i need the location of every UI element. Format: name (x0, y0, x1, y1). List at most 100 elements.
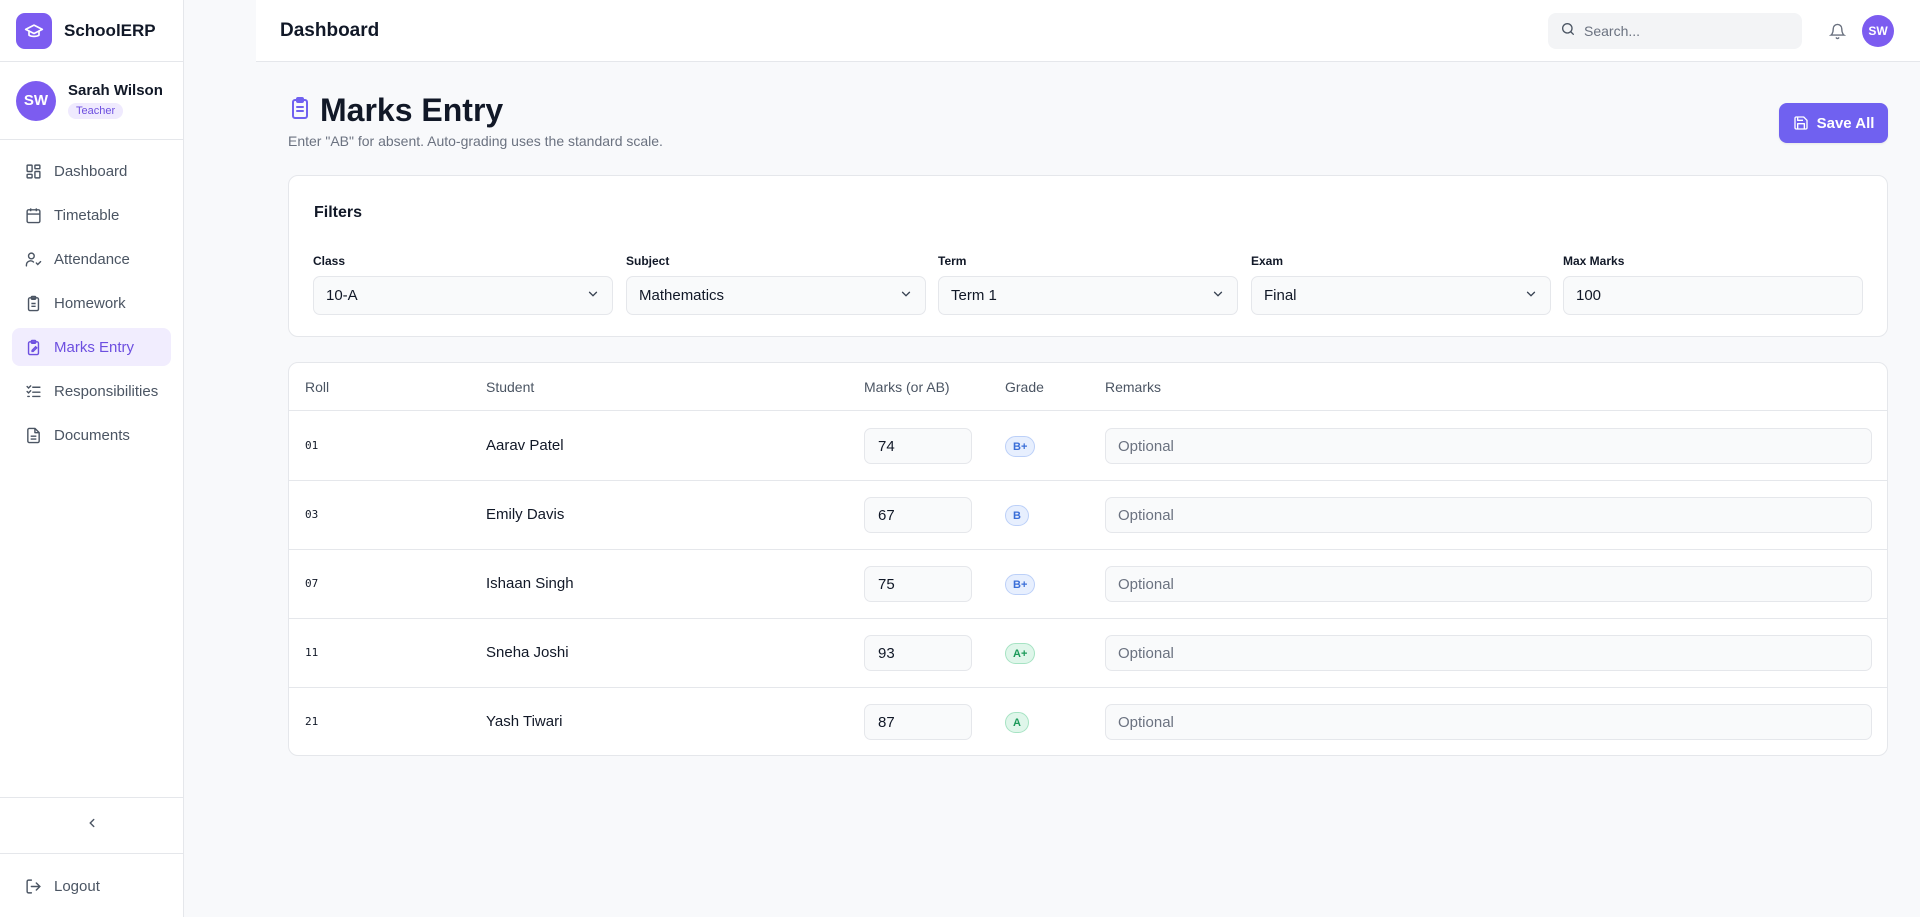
filters-card: Filters Class 10-A Subject Mathematics T… (288, 175, 1888, 337)
avatar: SW (16, 80, 56, 121)
sidebar-item-label: Attendance (54, 250, 130, 268)
class-value: 10-A (326, 287, 358, 304)
table-header: Roll Student Marks (or AB) Grade Remarks (289, 363, 1887, 411)
user-check-icon (24, 250, 42, 268)
marks-input[interactable]: 87 (864, 704, 972, 740)
page-header: Marks Entry Enter "AB" for absent. Auto-… (288, 92, 663, 149)
max-marks-value: 100 (1576, 287, 1602, 304)
sidebar-item-label: Documents (54, 426, 130, 444)
roll-number: 21 (305, 715, 319, 728)
subject-filter: Subject Mathematics (626, 254, 926, 315)
sidebar-item-label: Dashboard (54, 162, 128, 180)
max-marks-input[interactable]: 100 (1563, 276, 1863, 315)
logout-button[interactable]: Logout (12, 868, 100, 904)
table-row: 01 Aarav Patel 74 B+ (289, 412, 1887, 481)
sidebar: SchoolERP SW Sarah Wilson Teacher Dashbo… (0, 0, 184, 917)
dashboard-icon (24, 162, 42, 180)
topbar-title: Dashboard (280, 20, 380, 41)
user-profile: SW Sarah Wilson Teacher (0, 62, 183, 140)
search-input[interactable] (1584, 23, 1784, 39)
student-name: Ishaan Singh (486, 575, 574, 592)
grade-badge: B (1005, 505, 1029, 526)
class-filter: Class 10-A (313, 254, 613, 315)
exam-select[interactable]: Final (1251, 276, 1551, 315)
roll-number: 01 (305, 439, 319, 452)
term-label: Term (938, 254, 967, 268)
search-box (1548, 13, 1802, 49)
max-marks-filter: Max Marks 100 (1563, 254, 1863, 315)
term-filter: Term Term 1 (938, 254, 1238, 315)
logout-icon (24, 877, 42, 895)
table-row: 07 Ishaan Singh 75 B+ (289, 550, 1887, 619)
sidebar-item-marks-entry[interactable]: Marks Entry (12, 328, 171, 366)
sidebar-item-label: Timetable (54, 206, 120, 224)
brand: SchoolERP (0, 0, 183, 62)
marks-input[interactable]: 75 (864, 566, 972, 602)
filters-title: Filters (314, 204, 363, 221)
role-badge: Teacher (68, 103, 124, 119)
column-header-grade: Grade (1005, 379, 1044, 395)
document-icon (24, 426, 42, 444)
chevron-down-icon (899, 287, 913, 305)
remarks-input[interactable] (1105, 497, 1872, 533)
marks-input[interactable]: 67 (864, 497, 972, 533)
save-icon (1793, 115, 1809, 131)
bell-icon[interactable] (1826, 20, 1848, 42)
calendar-icon (24, 206, 42, 224)
collapse-sidebar-button[interactable] (0, 797, 184, 854)
column-header-remarks: Remarks (1105, 379, 1162, 395)
remarks-input[interactable] (1105, 704, 1872, 740)
term-select[interactable]: Term 1 (938, 276, 1238, 315)
topbar: Dashboard SW (256, 0, 1920, 62)
marks-input[interactable]: 93 (864, 635, 972, 671)
sidebar-item-documents[interactable]: Documents (12, 416, 171, 454)
user-name: Sarah Wilson (68, 82, 163, 99)
sidebar-item-label: Marks Entry (54, 338, 135, 356)
grade-badge: B+ (1005, 436, 1036, 457)
student-name: Yash Tiwari (486, 713, 563, 730)
column-header-roll: Roll (305, 379, 330, 395)
class-label: Class (313, 254, 346, 268)
exam-filter: Exam Final (1251, 254, 1551, 315)
page-subtitle: Enter "AB" for absent. Auto-grading uses… (288, 133, 663, 149)
student-name: Emily Davis (486, 506, 565, 523)
sidebar-item-dashboard[interactable]: Dashboard (12, 152, 171, 190)
table-row: 11 Sneha Joshi 93 A+ (289, 619, 1887, 688)
search-icon (1560, 21, 1576, 42)
chevron-down-icon (1211, 287, 1225, 305)
marks-table: Roll Student Marks (or AB) Grade Remarks… (288, 362, 1888, 756)
graduation-cap-icon (16, 12, 52, 49)
roll-number: 11 (305, 646, 319, 659)
sidebar-item-label: Homework (54, 294, 126, 312)
grade-badge: A+ (1005, 643, 1036, 664)
avatar[interactable]: SW (1862, 15, 1894, 47)
remarks-input[interactable] (1105, 566, 1872, 602)
sidebar-nav: Dashboard Timetable Attendance Homework … (0, 140, 183, 472)
sidebar-item-label: Responsibilities (54, 382, 159, 400)
column-header-student: Student (486, 379, 535, 395)
subject-value: Mathematics (639, 287, 725, 304)
roll-number: 03 (305, 508, 319, 521)
clipboard-icon (24, 294, 42, 312)
remarks-input[interactable] (1105, 428, 1872, 464)
sidebar-item-attendance[interactable]: Attendance (12, 240, 171, 278)
table-row: 03 Emily Davis 67 B (289, 481, 1887, 550)
term-value: Term 1 (951, 287, 997, 304)
sidebar-item-timetable[interactable]: Timetable (12, 196, 171, 234)
list-check-icon (24, 382, 42, 400)
clipboard-edit-icon (288, 95, 312, 126)
sidebar-item-responsibilities[interactable]: Responsibilities (12, 372, 171, 410)
class-select[interactable]: 10-A (313, 276, 613, 315)
column-header-marks: Marks (or AB) (864, 379, 950, 395)
chevron-left-icon (85, 816, 99, 835)
save-all-button[interactable]: Save All (1779, 103, 1888, 143)
roll-number: 07 (305, 577, 319, 590)
subject-label: Subject (626, 254, 670, 268)
sidebar-item-homework[interactable]: Homework (12, 284, 171, 322)
exam-value: Final (1264, 287, 1297, 304)
subject-select[interactable]: Mathematics (626, 276, 926, 315)
max-marks-label: Max Marks (1563, 254, 1625, 268)
remarks-input[interactable] (1105, 635, 1872, 671)
marks-input[interactable]: 74 (864, 428, 972, 464)
chevron-down-icon (586, 287, 600, 305)
